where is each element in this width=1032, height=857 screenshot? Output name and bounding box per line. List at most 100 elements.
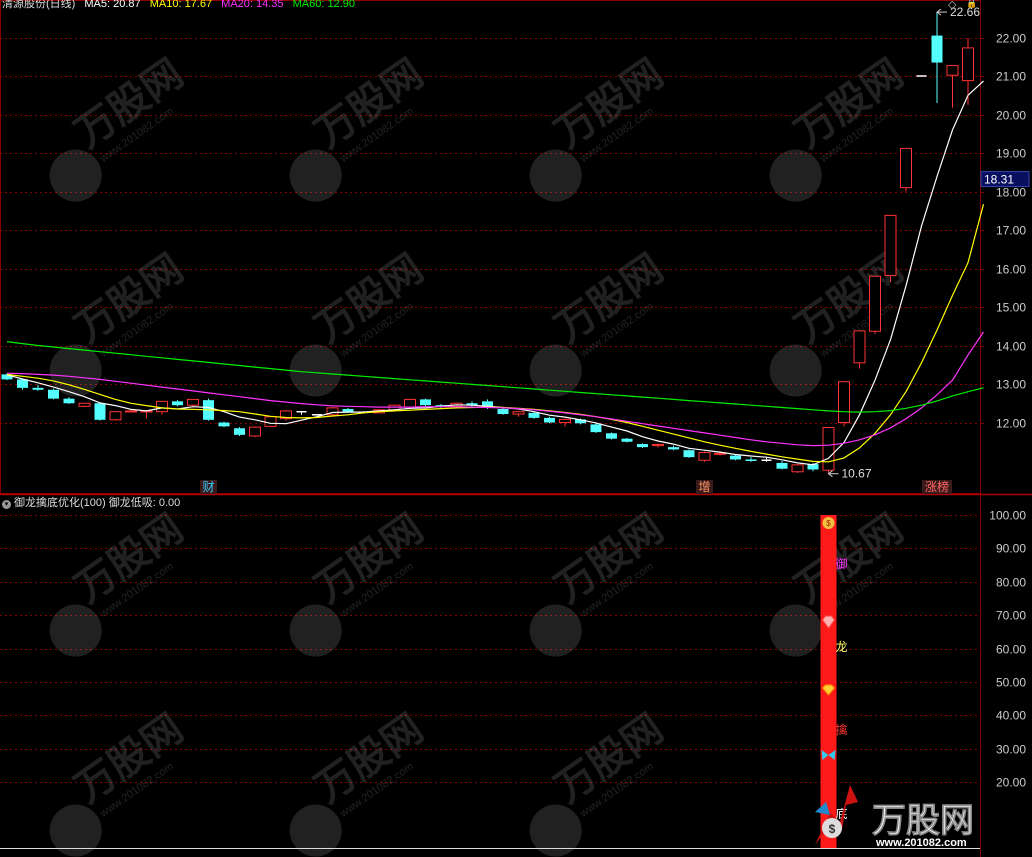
svg-text:18.31: 18.31: [984, 173, 1014, 187]
watermark: 万股网www.201082.com: [529, 506, 671, 657]
y-tick-label: 30.00: [996, 743, 1026, 757]
svg-text:10.67: 10.67: [842, 467, 872, 481]
candle: [838, 381, 850, 427]
candle: [1, 373, 13, 381]
signal-tag: 擒: [836, 722, 848, 737]
svg-text:财: 财: [202, 480, 214, 494]
event-label[interactable]: 增: [696, 480, 713, 494]
candle: [698, 451, 711, 462]
candle: [791, 464, 804, 473]
candle: [931, 12, 943, 103]
candle: [94, 402, 106, 421]
candle: [544, 416, 555, 424]
candle: [606, 432, 617, 440]
svg-text:$: $: [826, 519, 831, 528]
candle: [637, 443, 648, 448]
diamond-icon[interactable]: ◇: [948, 0, 956, 11]
watermark: 万股网www.201082.com: [49, 706, 191, 857]
ma60-line: [6, 341, 984, 413]
candle: [776, 461, 788, 470]
candle: [78, 402, 91, 408]
ma60-legend: MA60: 12.90: [292, 0, 355, 10]
candle: [249, 426, 261, 438]
y-tick-label: 15.00: [996, 301, 1026, 315]
candle: [420, 398, 431, 406]
candle: [946, 65, 959, 108]
svg-text:www.201082.com: www.201082.com: [875, 837, 967, 849]
current-price-marker: 18.31: [980, 171, 1030, 188]
watermark: 万股网www.201082.com: [529, 51, 671, 202]
candle: [187, 398, 199, 408]
candle: [590, 423, 602, 433]
candle: [683, 449, 695, 458]
y-tick-label: 60.00: [996, 643, 1026, 657]
candle: [652, 443, 664, 448]
candle: [109, 410, 122, 421]
candle: [745, 457, 757, 462]
signal-tag: 龙: [836, 640, 848, 654]
candle: [853, 330, 866, 369]
svg-text:涨榜: 涨榜: [925, 479, 949, 494]
y-tick-label: 17.00: [996, 224, 1026, 238]
candle: [63, 397, 75, 405]
indicator-title: 御龙擒底优化(100) 御龙低吸: 0.00: [14, 497, 181, 509]
y-tick-label: 80.00: [996, 576, 1026, 590]
y-tick-label: 12.00: [996, 417, 1026, 431]
sub-panel-header: ▾ 御龙擒底优化(100) 御龙低吸: 0.00: [2, 496, 186, 510]
y-tick-label: 19.00: [996, 147, 1026, 161]
collapse-icon[interactable]: ▾: [2, 500, 11, 509]
y-tick-label: 20.00: [996, 109, 1026, 123]
y-tick-label: 100.00: [989, 509, 1026, 523]
ma20-legend: MA20: 14.35: [221, 0, 284, 10]
event-label[interactable]: 财: [200, 480, 217, 494]
watermark: 万股网www.201082.com: [49, 506, 191, 657]
y-tick-label: 13.00: [996, 378, 1026, 392]
watermark: 万股网www.201082.com: [529, 706, 671, 857]
candle: [668, 445, 679, 451]
watermark: 万股网www.201082.com: [49, 51, 191, 202]
event-label[interactable]: 涨榜: [922, 479, 952, 494]
y-tick-label: 90.00: [996, 542, 1026, 556]
money-bag-icon: $: [822, 517, 835, 529]
watermark: 万股网www.201082.com: [289, 706, 431, 857]
y-tick-label: 14.00: [996, 340, 1026, 354]
main-panel-header: 清源股份(日线) MA5: 20.87 MA10: 17.67 MA20: 14…: [2, 0, 361, 11]
candle: [32, 384, 44, 391]
candle: [218, 421, 230, 428]
candle: [326, 407, 339, 416]
chart-title: 清源股份(日线): [2, 0, 76, 10]
watermark: 万股网www.201082.com: [529, 246, 671, 397]
y-tick-label: 21.00: [996, 70, 1026, 84]
watermark: 万股网www.201082.com: [289, 51, 431, 202]
candle: [48, 388, 59, 400]
candle: [559, 418, 571, 427]
signal-tag: 御: [836, 556, 848, 571]
candle: [280, 410, 292, 421]
y-tick-label: 18.00: [996, 186, 1026, 200]
svg-text:$: $: [829, 822, 836, 836]
candle: [172, 400, 183, 407]
y-tick-label: 16.00: [996, 263, 1026, 277]
candle: [822, 427, 835, 474]
candle: [900, 147, 912, 192]
watermark: 万股网www.201082.com: [289, 506, 431, 657]
watermark: 万股网www.201082.com: [49, 246, 191, 397]
watermark: 万股网www.201082.com: [769, 246, 911, 397]
candle: [621, 437, 633, 443]
candle: [234, 427, 245, 436]
y-tick-label: 22.00: [996, 32, 1026, 46]
candle: [512, 410, 525, 417]
ma5-legend: MA5: 20.87: [84, 0, 141, 10]
ma10-legend: MA10: 17.67: [149, 0, 213, 10]
candle: [497, 407, 509, 415]
y-tick-label: 70.00: [996, 609, 1026, 623]
candle: [296, 410, 307, 415]
chart-canvas: 万股网www.201082.com 万股网www.201082.com 万股网www…: [0, 0, 1032, 857]
low-price-label: 10.67: [827, 467, 872, 481]
y-tick-label: 20.00: [996, 776, 1026, 790]
y-tick-label: 40.00: [996, 709, 1026, 723]
candle: [884, 214, 897, 282]
lock-icon[interactable]: 🔒: [966, 0, 977, 9]
watermark: 万股网www.201082.com: [289, 246, 431, 397]
stock-chart-window: 万股网 www.201082.com 万股网 www.201082.com 万股网 www…: [0, 0, 1032, 857]
